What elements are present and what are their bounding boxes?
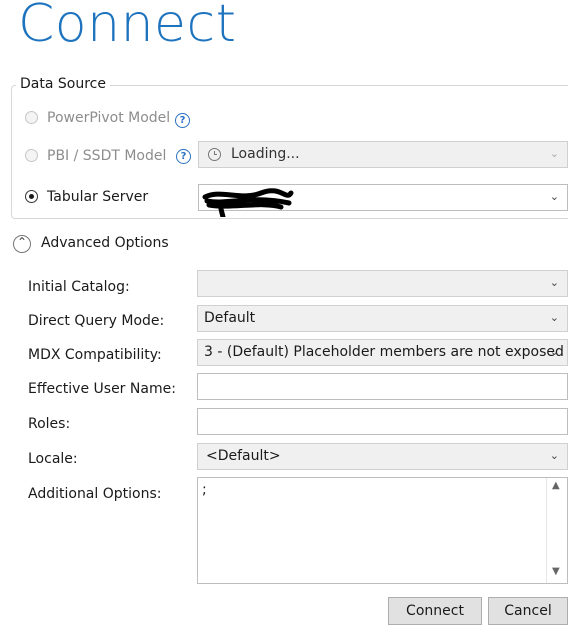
chevron-down-icon: ⌄ <box>549 276 559 289</box>
advanced-options-label: Advanced Options <box>41 235 169 251</box>
locale-label: Locale: <box>28 451 78 467</box>
locale-combo[interactable]: <Default> ⌄ <box>197 443 568 470</box>
direct-query-mode-combo[interactable]: Default ⌄ <box>197 305 568 332</box>
effective-user-name-input[interactable] <box>197 373 568 400</box>
powerpivot-label: PowerPivot Model <box>47 110 171 126</box>
roles-input[interactable] <box>197 408 568 435</box>
tabular-server-radio[interactable] <box>25 190 38 203</box>
pbi-model-value: Loading... <box>231 146 300 162</box>
data-source-legend: Data Source <box>16 76 110 92</box>
pbi-ssdt-help-icon[interactable]: ? <box>176 149 191 164</box>
advanced-options-toggle[interactable]: ⌃ <box>13 235 31 253</box>
redaction-scribble <box>202 188 294 217</box>
connect-button[interactable]: Connect <box>388 597 482 625</box>
mdx-compatibility-combo[interactable]: 3 - (Default) Placeholder members are no… <box>197 339 568 366</box>
cancel-button[interactable]: Cancel <box>488 597 568 625</box>
initial-catalog-label: Initial Catalog: <box>28 279 130 295</box>
chevron-down-icon: ⌄ <box>549 147 559 160</box>
textarea-scrollbar[interactable]: ▲ ▼ <box>546 478 567 583</box>
clock-icon <box>208 148 221 161</box>
scroll-down-icon[interactable]: ▼ <box>552 566 560 577</box>
additional-options-label: Additional Options: <box>28 486 162 502</box>
tabular-server-label: Tabular Server <box>47 189 149 205</box>
page-title: Connect <box>18 0 237 54</box>
initial-catalog-combo[interactable]: ⌄ <box>197 270 568 297</box>
direct-query-mode-label: Direct Query Mode: <box>28 313 165 329</box>
pbi-ssdt-label: PBI / SSDT Model <box>47 148 167 164</box>
direct-query-mode-value: Default <box>204 310 256 326</box>
scroll-up-icon[interactable]: ▲ <box>552 480 560 491</box>
powerpivot-help-icon[interactable]: ? <box>175 113 190 128</box>
chevron-down-icon: ⌄ <box>549 311 559 324</box>
additional-options-textarea[interactable]: ; ▲ ▼ <box>197 477 568 584</box>
pbi-ssdt-radio[interactable] <box>25 149 38 162</box>
chevron-down-icon: ⌄ <box>549 190 559 203</box>
mdx-compatibility-label: MDX Compatibility: <box>28 347 162 363</box>
pbi-model-combo[interactable]: Loading... ⌄ <box>198 141 568 168</box>
effective-user-name-label: Effective User Name: <box>28 381 176 397</box>
chevron-down-icon: ⌄ <box>549 345 559 358</box>
roles-label: Roles: <box>28 416 71 432</box>
additional-options-value: ; <box>202 482 207 498</box>
locale-value: <Default> <box>206 448 281 464</box>
mdx-compatibility-value: 3 - (Default) Placeholder members are no… <box>204 344 564 360</box>
chevron-down-icon: ⌄ <box>549 449 559 462</box>
powerpivot-radio[interactable] <box>25 111 38 124</box>
server-combo[interactable]: ⌄ <box>198 184 568 217</box>
chevron-up-icon: ⌃ <box>17 235 28 249</box>
